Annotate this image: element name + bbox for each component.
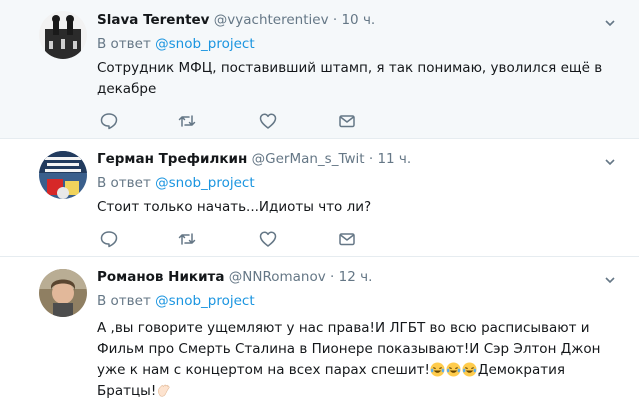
author-handle[interactable]: @GerMan_s_Twit (252, 151, 365, 167)
tweet-text: Сотрудник МФЦ, поставивший штамп, я так … (97, 60, 603, 97)
separator-dot: · (330, 269, 335, 285)
reply-to-link[interactable]: @snob_project (155, 293, 255, 309)
author-name[interactable]: Романов Никита (97, 269, 224, 285)
reply-prefix: В ответ (97, 175, 151, 191)
reply-to-link[interactable]: @snob_project (155, 36, 255, 52)
reply-context: В ответ @snob_project (97, 175, 255, 191)
tweet[interactable]: Герман Трефилкин @GerMan_s_Twit · 11 ч. … (0, 139, 639, 256)
envelope-icon[interactable] (337, 111, 357, 131)
separator-dot: · (368, 151, 374, 167)
waving-hand-emoji-icon (156, 383, 171, 398)
tweet-feed: Slava Terentev @vyachterentiev · 10 ч. В… (0, 0, 639, 413)
tweet[interactable]: Slava Terentev @vyachterentiev · 10 ч. В… (0, 0, 639, 138)
tweet-time[interactable]: 10 ч. (341, 12, 375, 28)
retweet-icon[interactable] (177, 111, 197, 131)
tweet-text: А ,вы говорите ущемляют у нас права!И ЛГ… (97, 318, 617, 402)
reply-prefix: В ответ (97, 293, 151, 309)
chevron-down-icon[interactable] (604, 271, 616, 284)
heart-icon[interactable] (258, 229, 278, 249)
tweet-text: Стоит только начать...Идиоты что ли? (97, 199, 372, 215)
author-handle[interactable]: @NNRomanov (229, 269, 326, 285)
avatar[interactable] (39, 11, 87, 59)
laughing-tears-emoji-icon (446, 362, 461, 377)
separator-dot: · (332, 12, 338, 28)
tweet[interactable]: Романов Никита @NNRomanov · 12 ч. В отве… (0, 257, 639, 413)
author-handle[interactable]: @vyachterentiev (214, 12, 329, 28)
laughing-tears-emoji-icon (430, 362, 445, 377)
tweet-actions (97, 229, 367, 249)
reply-to-link[interactable]: @snob_project (155, 175, 255, 191)
tweet-actions (97, 111, 367, 131)
avatar[interactable] (39, 151, 87, 199)
author-name[interactable]: Герман Трефилкин (97, 151, 247, 167)
author-name[interactable]: Slava Terentev (97, 12, 209, 28)
envelope-icon[interactable] (337, 229, 357, 249)
chevron-down-icon[interactable] (604, 14, 616, 27)
retweet-icon[interactable] (177, 229, 197, 249)
avatar[interactable] (39, 269, 87, 317)
tweet-time[interactable]: 12 ч. (339, 269, 373, 285)
tweet-time[interactable]: 11 ч. (377, 151, 411, 167)
chevron-down-icon[interactable] (604, 153, 616, 166)
reply-context: В ответ @snob_project (97, 36, 255, 52)
reply-icon[interactable] (99, 111, 119, 131)
reply-icon[interactable] (99, 229, 119, 249)
reply-context: В ответ @snob_project (97, 293, 255, 309)
heart-icon[interactable] (258, 111, 278, 131)
reply-prefix: В ответ (97, 36, 151, 52)
laughing-tears-emoji-icon (462, 362, 477, 377)
